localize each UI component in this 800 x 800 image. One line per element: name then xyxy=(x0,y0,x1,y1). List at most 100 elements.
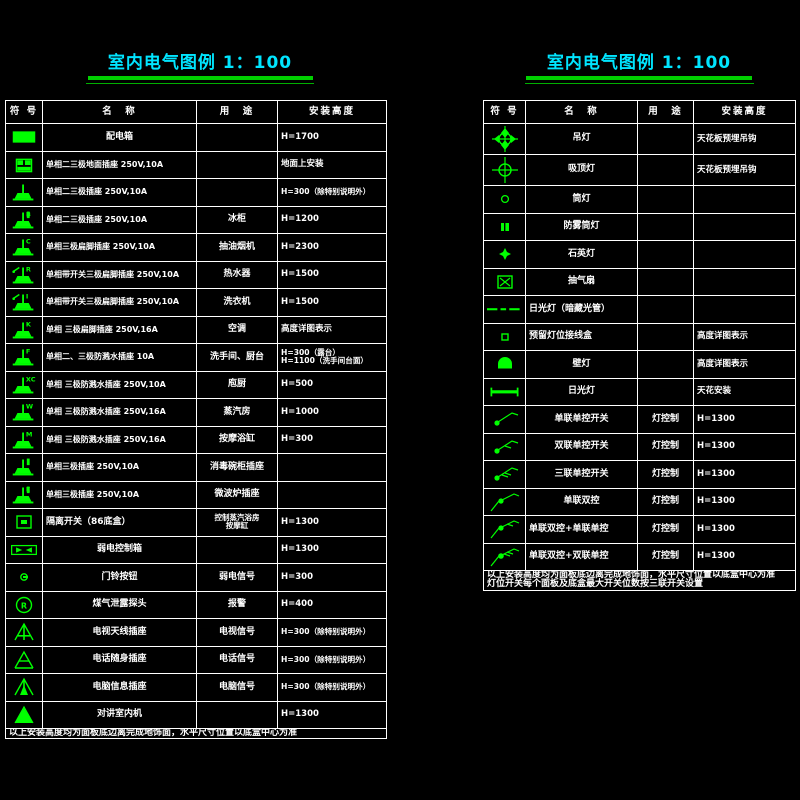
symbol-name: 单相 三极防溅水插座 250V,16A xyxy=(42,398,197,427)
svg-text:W: W xyxy=(26,403,34,411)
symbol-name: 壁灯 xyxy=(525,350,638,379)
table-note-row: 以上安装高度均为面板底边离完成地饰面，水平尺寸位置以底盒中心为准 xyxy=(5,727,387,740)
col-header-use: 用 途 xyxy=(196,100,278,124)
symbol-use: 洗衣机 xyxy=(196,288,278,317)
symbol-name: 日光灯 xyxy=(525,377,638,406)
switch-2gang-1way-icon xyxy=(483,432,526,461)
symbol-use xyxy=(637,295,694,324)
symbol-name: 单相二、三极防溅水插座 10A xyxy=(42,343,197,372)
mounting-height: H=1200 xyxy=(277,205,387,234)
symbol-name: 单联双控+单联单控 xyxy=(525,515,638,544)
symbol-name: 石英灯 xyxy=(525,240,638,269)
intercom-indoor-unit-icon xyxy=(5,700,43,729)
doorbell-button-icon xyxy=(5,563,43,592)
mounting-height: H=300（除特别说明外） xyxy=(277,673,387,702)
mounting-height: H=1500 xyxy=(277,288,387,317)
socket-2-3pole-b-icon: B xyxy=(5,205,43,234)
symbol-name: 电视天线插座 xyxy=(42,618,197,647)
socket-waterproof-w-icon: W xyxy=(5,398,43,427)
col-header-name: 名 称 xyxy=(42,100,197,124)
symbol-name: 隔离开关（86底盒） xyxy=(42,508,197,537)
socket-3pole-t-icon xyxy=(5,453,43,482)
table-row: 配电箱 H=1700 xyxy=(5,123,387,152)
symbol-use: 灯控制 xyxy=(637,405,694,434)
table-row: 吊灯 天花板预埋吊钩 xyxy=(483,123,796,155)
mounting-height xyxy=(693,185,796,214)
symbol-name: 单相 三极防溅水插座 250V,16A xyxy=(42,425,197,454)
symbol-use xyxy=(196,700,278,729)
table-row: I 单相带开关三极扁脚插座 250V,10A 洗衣机 H=1500 xyxy=(5,288,387,317)
table-row: 弱电控制箱 H=1300 xyxy=(5,535,387,564)
symbol-use: 空调 xyxy=(196,315,278,344)
symbol-use: 冰柜 xyxy=(196,205,278,234)
table-row: 防雾筒灯 xyxy=(483,212,796,241)
svg-text:I: I xyxy=(26,293,28,301)
title-underline-thick xyxy=(87,76,313,80)
symbol-name: 三联单控开关 xyxy=(525,460,638,489)
socket-sw-3pole-r-icon: R xyxy=(5,260,43,289)
right-title-block: 室内电气图例 1：100 xyxy=(478,48,800,84)
right-drawing-title: 室内电气图例 1：100 xyxy=(546,53,732,73)
telephone-socket-icon xyxy=(5,645,43,674)
symbol-use: 灯控制 xyxy=(637,432,694,461)
table-row: 筒灯 xyxy=(483,185,796,214)
weak-current-box-icon xyxy=(5,535,43,564)
switch-1gang-2way-icon xyxy=(483,487,526,516)
installation-note: 以上安装高度均为面板底边离完成地饰面，水平尺寸位置以底盒中心为准 灯位开关每个面板… xyxy=(483,570,796,591)
table-row: 石英灯 xyxy=(483,240,796,269)
exhaust-fan-icon xyxy=(483,267,526,296)
switch-1gang-2way-plus-1gang-1way-icon xyxy=(483,515,526,544)
socket-waterproof-xc-icon: XC xyxy=(5,370,43,399)
symbol-name: 单联单控开关 xyxy=(525,405,638,434)
mounting-height: H=1300 xyxy=(693,515,796,544)
socket-3pole-flat-c-icon: C xyxy=(5,233,43,262)
switch-1gang-2way-plus-2gang-1way-icon xyxy=(483,542,526,571)
mounting-height xyxy=(693,212,796,241)
mounting-height xyxy=(277,480,387,509)
mounting-height: H=400 xyxy=(277,590,387,619)
symbol-use: 报警 xyxy=(196,590,278,619)
isolating-switch-icon xyxy=(5,508,43,537)
symbol-use: 灯控制 xyxy=(637,542,694,571)
table-header-row: 符 号 名 称 用 途 安装高度 xyxy=(5,100,387,124)
table-row: B单相二三极插座 250V,10A冰柜H=1200 xyxy=(5,205,387,234)
col-header-use: 用 途 xyxy=(637,100,694,124)
symbol-name: 单相三极插座 250V,10A xyxy=(42,453,197,482)
table-row: 预留灯位接线盒 高度详图表示 xyxy=(483,322,796,351)
right-legend-panel: 室内电气图例 1：100 符 号 名 称 用 途 安装高度 吊灯 天花板预埋吊钩吸… xyxy=(400,0,800,800)
symbol-use: 按摩浴缸 xyxy=(196,425,278,454)
mounting-height: H=1300 xyxy=(277,535,387,564)
symbol-use: 洗手间、厨台 xyxy=(196,343,278,372)
mounting-height: H=1300 xyxy=(277,700,387,729)
svg-text:XC: XC xyxy=(26,375,36,383)
symbol-use xyxy=(637,212,694,241)
mounting-height xyxy=(693,240,796,269)
table-row: 电话随身插座 电话信号 H=300（除特别说明外） xyxy=(5,645,387,674)
symbol-use: 电视信号 xyxy=(196,618,278,647)
left-legend-panel: 室内电气图例 1：100 符 号 名 称 用 途 安装高度 配电箱 H=1700 单… xyxy=(0,0,400,800)
table-row: F 单相二、三极防溅水插座 10A 洗手间、厨台 H=300（露台） H=1100（洗手… xyxy=(5,343,387,372)
symbol-name: 单相二三极插座 250V,10A xyxy=(42,205,197,234)
symbol-use xyxy=(637,123,694,155)
mounting-height: 高度详图表示 xyxy=(693,350,796,379)
symbol-name: 日光灯（暗藏光管） xyxy=(525,295,638,324)
quartz-lamp-icon xyxy=(483,240,526,269)
symbol-use xyxy=(196,535,278,564)
symbol-name: 单相三极插座 250V,10A xyxy=(42,480,197,509)
mounting-height: H=300 xyxy=(277,563,387,592)
symbol-name: 单相 三极扁脚插座 250V,16A xyxy=(42,315,197,344)
col-header-height: 安装高度 xyxy=(277,100,387,124)
switch-3gang-1way-icon xyxy=(483,460,526,489)
symbol-use: 庖厨 xyxy=(196,370,278,399)
table-row: M 单相 三极防溅水插座 250V,16A 按摩浴缸 H=300 xyxy=(5,425,387,454)
table-row: K 单相 三极扁脚插座 250V,16A 空调 高度详图表示 xyxy=(5,315,387,344)
table-row: 电视天线插座 电视信号 H=300（除特别说明外） xyxy=(5,618,387,647)
symbol-name: 单相 三极防溅水插座 250V,10A xyxy=(42,370,197,399)
table-row: 日光灯（暗藏光管） xyxy=(483,295,796,324)
svg-text:M: M xyxy=(26,430,33,438)
table-row: 电脑信息插座 电脑信号 H=300（除特别说明外） xyxy=(5,673,387,702)
anti-fog-downlight-icon xyxy=(483,212,526,241)
mounting-height: 高度详图表示 xyxy=(277,315,387,344)
mounting-height: H=1300 xyxy=(693,460,796,489)
switch-1gang-1way-icon xyxy=(483,405,526,434)
